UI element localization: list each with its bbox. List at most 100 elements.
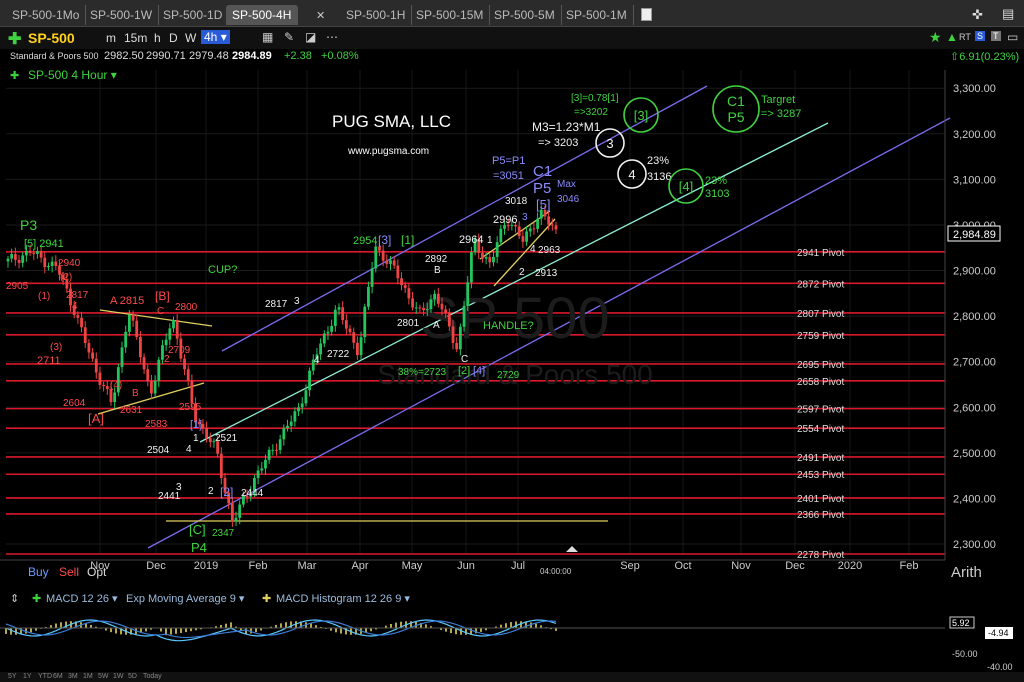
tab-sp500-1w[interactable]: SP-500-1W (84, 5, 160, 25)
opt-button[interactable]: Opt (87, 565, 107, 579)
wave-label: B (434, 265, 441, 276)
chart-title-icon[interactable]: ✚ (10, 70, 19, 82)
wave-label: [3]=0.78[1] (571, 93, 619, 104)
price-chart[interactable]: 2941 Pivot 2872 Pivot 2807 Pivot 2759 Pivot… (0, 66, 1024, 590)
wave-label: 2729 (497, 370, 520, 381)
range-button[interactable]: Today (143, 673, 162, 680)
interval-week[interactable]: W (185, 31, 196, 45)
favorite-star-icon[interactable]: ★ (929, 29, 942, 46)
candle-body (381, 250, 385, 261)
share-icon[interactable]: ⋯ (326, 30, 338, 44)
candle-body (94, 358, 98, 373)
candle-body (286, 425, 289, 429)
layout-icon[interactable]: ✜ (972, 7, 983, 23)
histogram-label[interactable]: MACD Histogram 12 26 9 ▾ (276, 592, 410, 605)
tab-sp500-1d[interactable]: SP-500-1D (157, 5, 230, 25)
histogram-icon: ✚ (262, 593, 272, 605)
wave-label: A (433, 320, 440, 331)
range-button[interactable]: 1W (113, 673, 124, 680)
interval-select[interactable]: 4h ▾ (201, 30, 230, 44)
candle-body (83, 327, 87, 344)
settings-icon[interactable]: ▭ (1007, 30, 1018, 44)
interval-day[interactable]: D (169, 31, 178, 45)
symbol-input[interactable]: SP-500 (28, 30, 75, 46)
range-button[interactable]: 1M (83, 673, 93, 680)
tab-sp500-15m[interactable]: SP-500-15M (410, 5, 491, 25)
candle-body (36, 251, 39, 254)
pivot-label: 2941 Pivot (797, 248, 844, 259)
tab-sp500-1h[interactable]: SP-500-1H (340, 5, 413, 25)
wave-label: (2) (60, 272, 72, 283)
interval-15m[interactable]: 15m (124, 31, 147, 45)
tab-sp500-1m[interactable]: SP-500-1M (560, 5, 634, 25)
range-button[interactable]: YTD (38, 673, 52, 680)
range-button[interactable]: 3M (68, 673, 78, 680)
x-tick-label: Dec (146, 560, 166, 572)
collapse-icon[interactable]: ⇕ (10, 592, 19, 605)
tab-close-icon[interactable]: ✕ (316, 9, 325, 22)
x-tick-label: Jul (511, 560, 525, 572)
interval-minute[interactable]: m (106, 31, 116, 45)
candle-body (113, 392, 117, 403)
scale-mode[interactable]: Arith (951, 564, 982, 581)
calendar-icon[interactable]: ▦ (262, 30, 273, 44)
wave-label: 2595 (179, 402, 202, 413)
style-icon[interactable]: ◪ (305, 30, 316, 44)
chart-title-text: SP-500 4 Hour (28, 68, 107, 82)
candle-body (139, 337, 142, 358)
candle-body (403, 285, 407, 289)
window-menu-icon[interactable]: ▤ (1002, 6, 1014, 22)
wave-circle-label: [4] (679, 179, 693, 194)
wave-label: 2954 (353, 235, 377, 247)
candle-body (344, 320, 348, 329)
x-tick-label: Apr (351, 560, 368, 572)
interval-select-value: 4h (204, 30, 218, 44)
x-tick-label: Dec (785, 560, 805, 572)
candle-body (275, 449, 278, 451)
candle-body (429, 299, 433, 310)
candle-body (326, 331, 330, 334)
macd-panel[interactable]: 5.92 -4.94 -50.00 -40.00 (0, 608, 1024, 672)
candle-body (444, 309, 448, 313)
new-tab-icon[interactable] (641, 8, 652, 21)
tab-sp500-5m[interactable]: SP-500-5M (488, 5, 562, 25)
candle-body (300, 403, 304, 408)
pivot-label: 2491 Pivot (797, 453, 844, 464)
right-change-value: 6.91(0.23%) (959, 51, 1020, 63)
wave-label: 2800 (175, 302, 198, 313)
ema-label[interactable]: Exp Moving Average 9 ▾ (126, 592, 244, 605)
wave-circle-label: P5 (727, 109, 744, 125)
wave-label: 3 (522, 212, 528, 223)
candle-body (54, 261, 58, 267)
range-button[interactable]: 5W (98, 673, 109, 680)
tab-sp500-1mo[interactable]: SP-500-1Mo (6, 5, 87, 25)
draw-tool-icon[interactable]: ✎ (284, 30, 294, 44)
candle-body (157, 359, 161, 381)
alert-icon[interactable]: ▲ (946, 30, 958, 44)
t-button[interactable]: T (991, 31, 1001, 41)
add-symbol-icon[interactable]: ✚ (8, 29, 21, 49)
s-button[interactable]: S (975, 31, 986, 41)
pivot-label: 2872 Pivot (797, 279, 844, 290)
range-button[interactable]: 1Y (23, 673, 32, 680)
candle-body (308, 370, 311, 391)
range-button[interactable]: 5Y (8, 673, 17, 680)
wave-label: 3018 (505, 196, 528, 207)
candle-body (370, 268, 374, 287)
sell-button[interactable]: Sell (59, 565, 79, 579)
interval-hour[interactable]: h (154, 31, 161, 45)
wave-label: => 3203 (538, 137, 578, 149)
range-button[interactable]: 5D (128, 673, 137, 680)
wave-label: 2 (519, 267, 525, 278)
add-indicator-icon[interactable]: ✚ (32, 592, 41, 605)
range-bar: 5Y 1Y YTD 6M 3M 1M 5W 1W 5D Today (0, 672, 1024, 682)
macd-label[interactable]: MACD 12 26 ▾ (46, 592, 118, 605)
range-button[interactable]: 6M (53, 673, 63, 680)
wave-label: (4) (110, 380, 122, 391)
candle-body (102, 384, 106, 387)
x-tick-label: Sep (620, 560, 640, 572)
tab-sp500-4h[interactable]: SP-500-4H (226, 5, 299, 25)
candle-body (267, 449, 271, 460)
buy-button[interactable]: Buy (28, 565, 49, 579)
candle-body (91, 352, 94, 359)
